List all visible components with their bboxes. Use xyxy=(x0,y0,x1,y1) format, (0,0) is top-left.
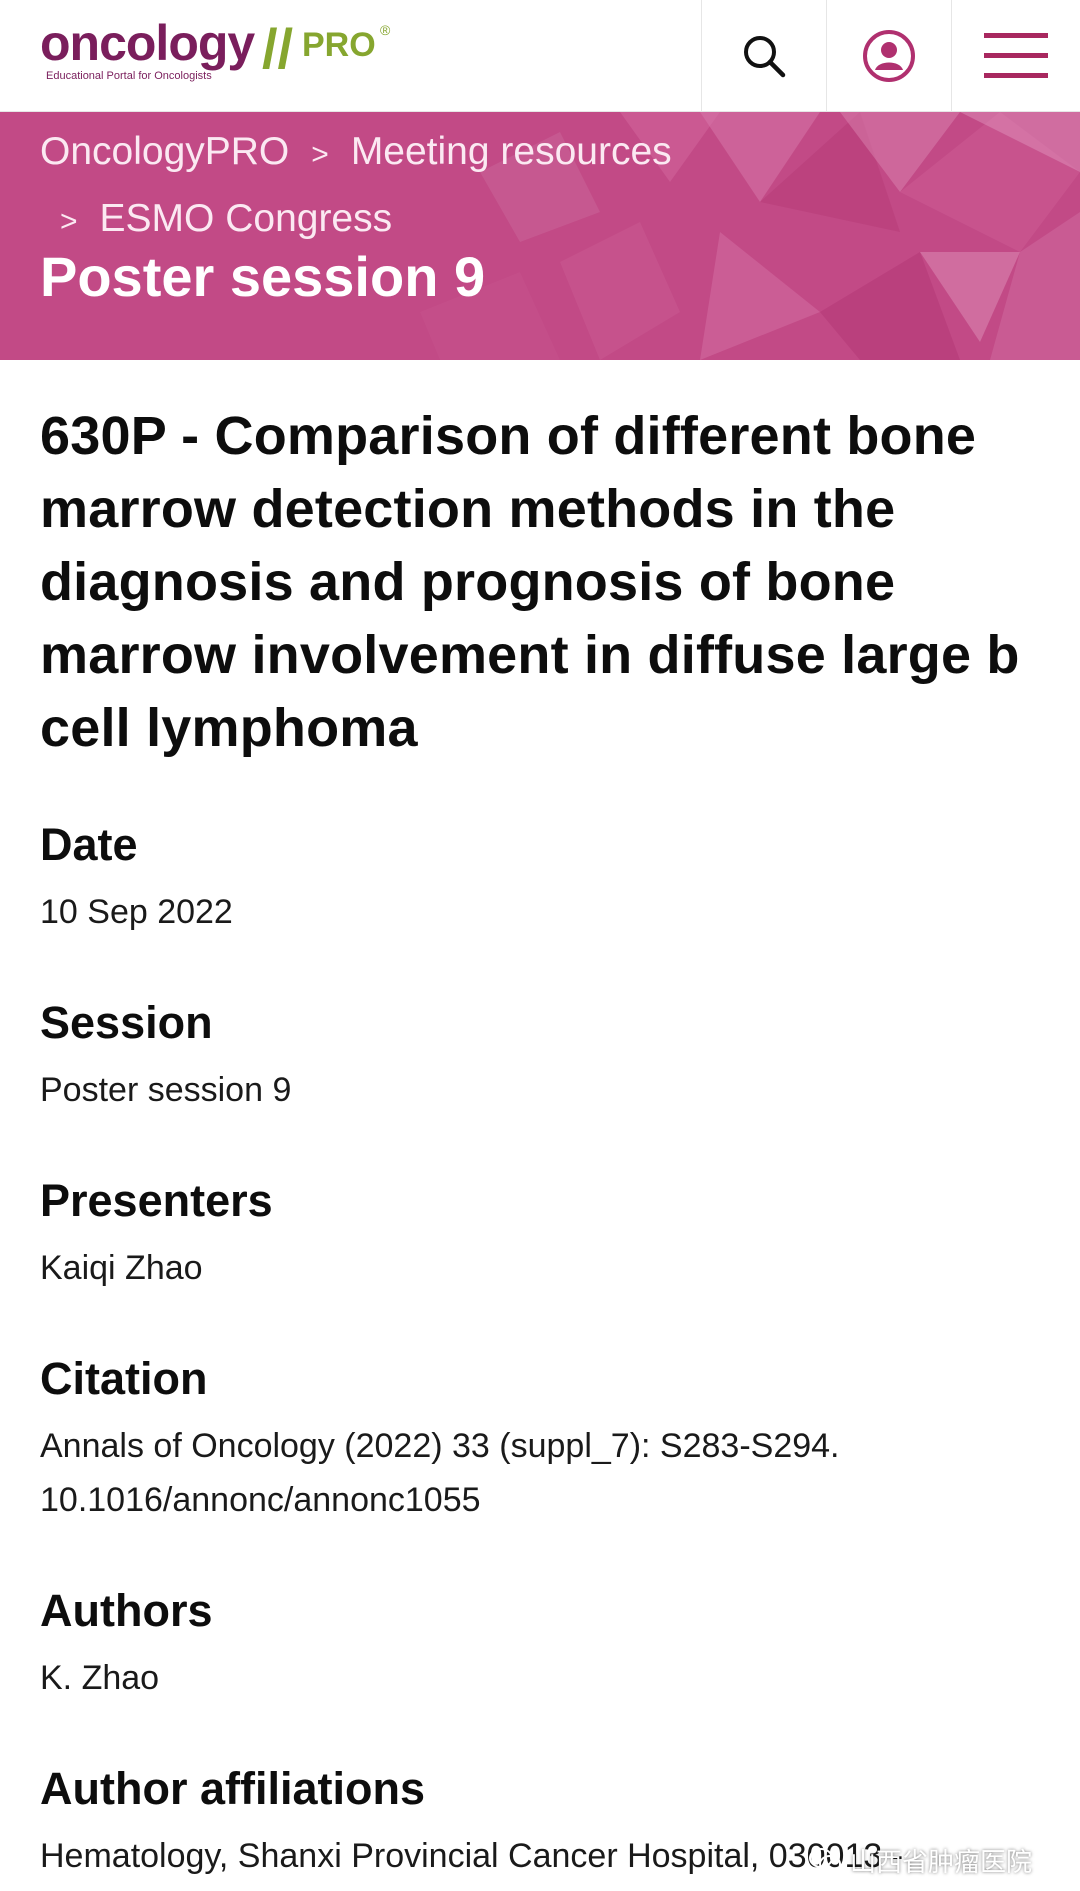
abstract-title: 630P - Comparison of different bone marr… xyxy=(40,406,1020,758)
menu-button[interactable] xyxy=(951,0,1080,112)
breadcrumb-oncologypro[interactable]: OncologyPRO xyxy=(40,130,289,173)
user-icon xyxy=(862,30,915,82)
logo-tagline: Educational Portal for Oncologists xyxy=(46,70,212,82)
field-session: Session Poster session 9 xyxy=(40,997,1040,1117)
field-value: Annals of Oncology (2022) 33 (suppl_7): … xyxy=(40,1427,840,1519)
field-authors: Authors K. Zhao xyxy=(40,1585,1040,1705)
logo-word: oncology xyxy=(40,15,255,71)
field-value: Kaiqi Zhao xyxy=(40,1249,203,1287)
field-label: Date xyxy=(40,819,138,870)
field-label: Citation xyxy=(40,1353,208,1404)
field-value: K. Zhao xyxy=(40,1659,160,1697)
breadcrumb-esmo-congress[interactable]: ESMO Congress xyxy=(100,197,393,240)
field-presenters: Presenters Kaiqi Zhao xyxy=(40,1175,1040,1295)
watermark-text: 山西省肿瘤医院 xyxy=(850,1847,1033,1877)
field-date: Date 10 Sep 2022 xyxy=(40,819,1040,939)
abstract-content: 630P - Comparison of different bone marr… xyxy=(40,400,1040,1891)
logo-slash-mark: // xyxy=(262,17,294,80)
account-button[interactable] xyxy=(826,0,950,112)
search-icon xyxy=(743,36,785,78)
breadcrumb-separator: > xyxy=(311,138,329,171)
field-label: Session xyxy=(40,997,213,1048)
wechat-watermark: 山西省肿瘤医院 xyxy=(808,1842,1032,1879)
breadcrumb: OncologyPRO > Meeting resources > ESMO Cong… xyxy=(40,120,672,254)
field-label: Author affiliations xyxy=(40,1763,425,1814)
breadcrumb-row-1: OncologyPRO > Meeting resources xyxy=(40,120,672,187)
logo-registered: ® xyxy=(380,22,391,38)
wechat-icon xyxy=(809,1847,841,1873)
field-value: 10 Sep 2022 xyxy=(40,893,233,931)
field-label: Presenters xyxy=(40,1175,273,1226)
logo-pro: PRO xyxy=(302,26,376,64)
top-header: oncology // PRO ® Educational Portal for… xyxy=(0,0,1080,112)
oncologypro-logo[interactable]: oncology // PRO ® Educational Portal for… xyxy=(40,14,390,84)
field-label: Authors xyxy=(40,1585,213,1636)
hero-banner: OncologyPRO > Meeting resources > ESMO Cong… xyxy=(0,112,1080,360)
search-button[interactable] xyxy=(701,0,825,112)
menu-icon xyxy=(984,33,1048,78)
field-citation: Citation Annals of Oncology (2022) 33 (s… xyxy=(40,1353,1040,1527)
page-title: Poster session 9 xyxy=(40,245,486,308)
field-value[interactable]: Poster session 9 xyxy=(40,1063,1040,1117)
breadcrumb-meeting-resources[interactable]: Meeting resources xyxy=(351,130,672,173)
